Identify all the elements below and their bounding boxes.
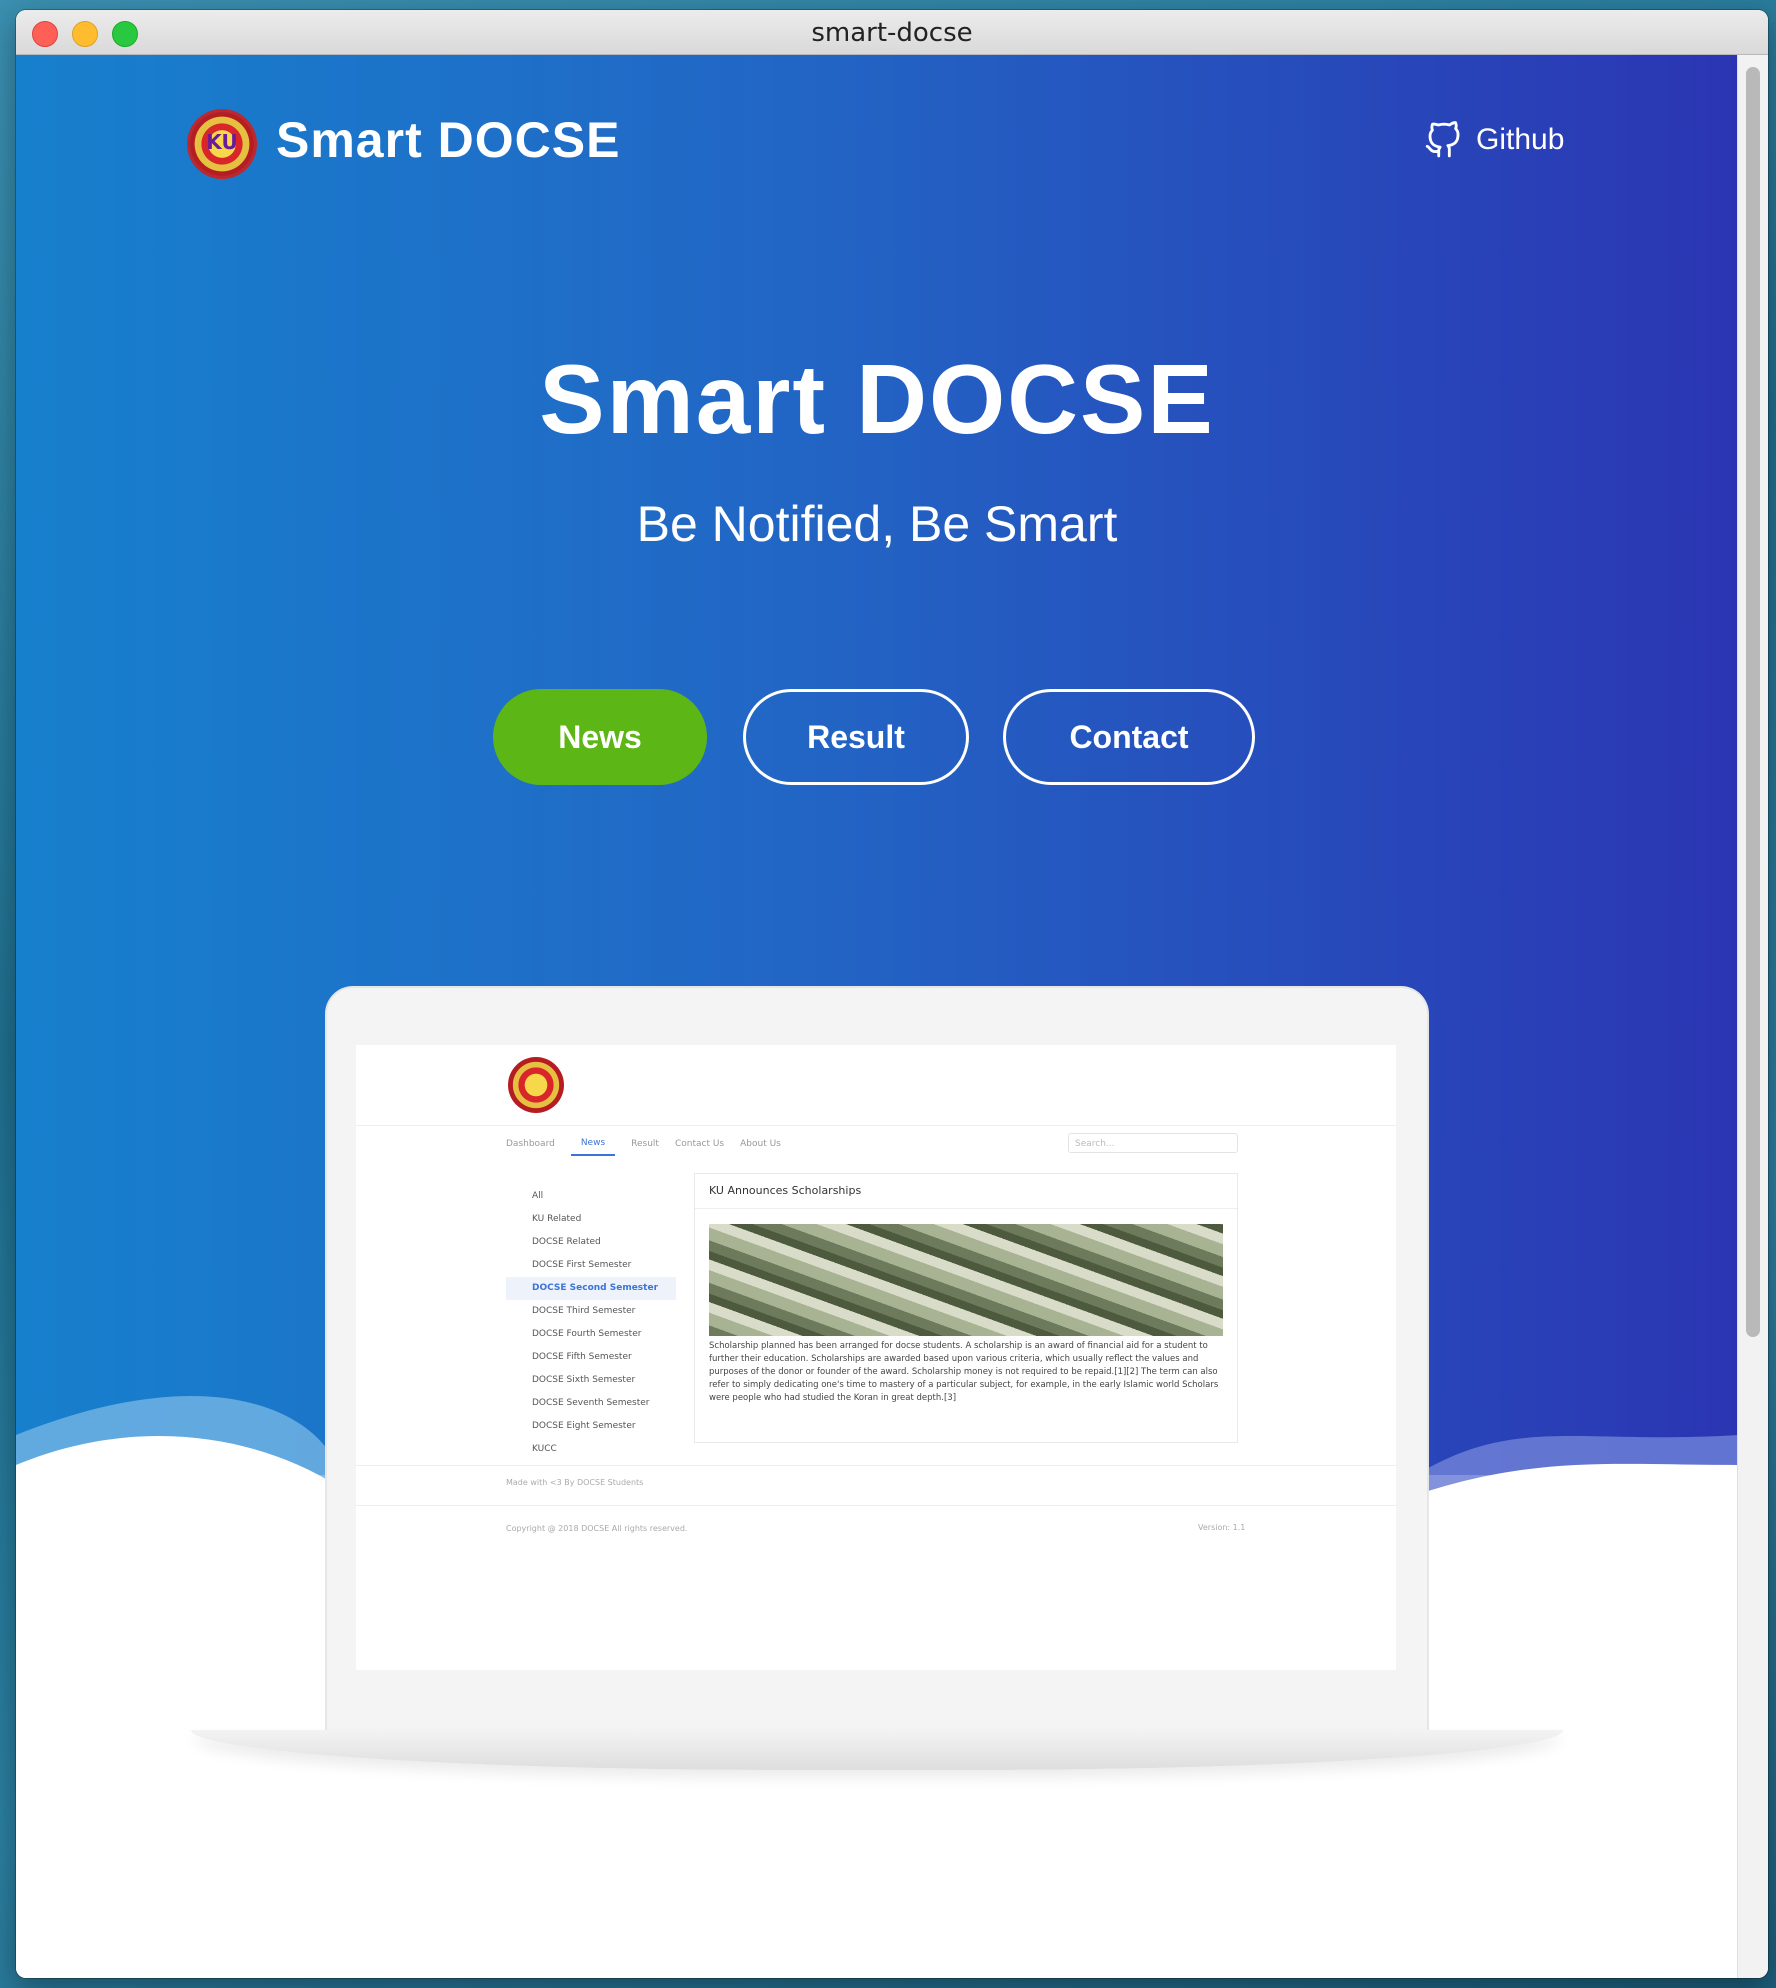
preview-article-text: Scholarship planned has been arranged fo… <box>709 1341 1219 1403</box>
preview-article-image <box>709 1224 1223 1336</box>
preview-sidebar-item: DOCSE Fourth Semester <box>532 1329 642 1339</box>
laptop-base <box>191 1730 1563 1770</box>
preview-sidebar: All KU Related DOCSE Related DOCSE First… <box>506 1185 676 1461</box>
news-button[interactable]: News <box>493 689 707 785</box>
preview-nav-result: Result <box>631 1139 659 1149</box>
title-bar: smart-docse <box>16 10 1768 55</box>
preview-sidebar-item: DOCSE Related <box>532 1237 601 1247</box>
preview-sidebar-item: DOCSE Seventh Semester <box>532 1398 650 1408</box>
preview-sidebar-item: DOCSE Fifth Semester <box>532 1352 632 1362</box>
result-button[interactable]: Result <box>743 689 969 785</box>
preview-sidebar-item-selected: DOCSE Second Semester <box>506 1277 676 1300</box>
preview-nav: Dashboard News Result Contact Us About U… <box>506 1127 781 1161</box>
vertical-scrollbar[interactable] <box>1737 55 1768 1978</box>
preview-search-input: Search... <box>1068 1133 1238 1153</box>
preview-article-card: KU Announces Scholarships Scholarship pl… <box>694 1173 1238 1443</box>
brand-title[interactable]: Smart DOCSE <box>276 111 620 169</box>
contact-button[interactable]: Contact <box>1003 689 1255 785</box>
preview-article-title: KU Announces Scholarships <box>695 1174 1237 1209</box>
preview-logo-icon <box>508 1057 564 1113</box>
scrollbar-thumb[interactable] <box>1746 67 1760 1337</box>
preview-version: Version: 1.1 <box>1198 1523 1246 1532</box>
preview-nav-news: News <box>570 1132 616 1156</box>
preview-header <box>356 1045 1396 1126</box>
app-preview-screen: Dashboard News Result Contact Us About U… <box>356 1045 1396 1670</box>
preview-nav-dashboard: Dashboard <box>506 1139 555 1149</box>
hero-title: Smart DOCSE <box>539 344 1215 454</box>
preview-sidebar-item: DOCSE Third Semester <box>532 1306 636 1316</box>
github-label: Github <box>1476 123 1565 156</box>
hero-tagline: Be Notified, Be Smart <box>636 496 1118 552</box>
app-window: smart-docse KU Smart DOCSE Github Smart … <box>16 10 1768 1978</box>
preview-nav-about: About Us <box>740 1139 781 1149</box>
page-content: KU Smart DOCSE Github Smart DOCSE Be Not… <box>16 55 1738 1978</box>
ku-logo-icon[interactable]: KU <box>190 112 254 176</box>
preview-sidebar-item: DOCSE Sixth Semester <box>532 1375 636 1385</box>
preview-sidebar-item: KUCC <box>532 1444 557 1454</box>
preview-sidebar-item: All <box>532 1191 544 1201</box>
preview-sidebar-item: KU Related <box>532 1214 582 1224</box>
preview-nav-contact: Contact Us <box>674 1139 725 1149</box>
github-link[interactable]: Github <box>1424 121 1564 159</box>
preview-sidebar-item: DOCSE Eight Semester <box>532 1421 636 1431</box>
preview-footer-made: Made with <3 By DOCSE Students <box>356 1465 1396 1487</box>
window-title: smart-docse <box>811 18 973 48</box>
github-icon <box>1425 121 1460 158</box>
preview-sidebar-item: DOCSE First Semester <box>532 1260 632 1270</box>
